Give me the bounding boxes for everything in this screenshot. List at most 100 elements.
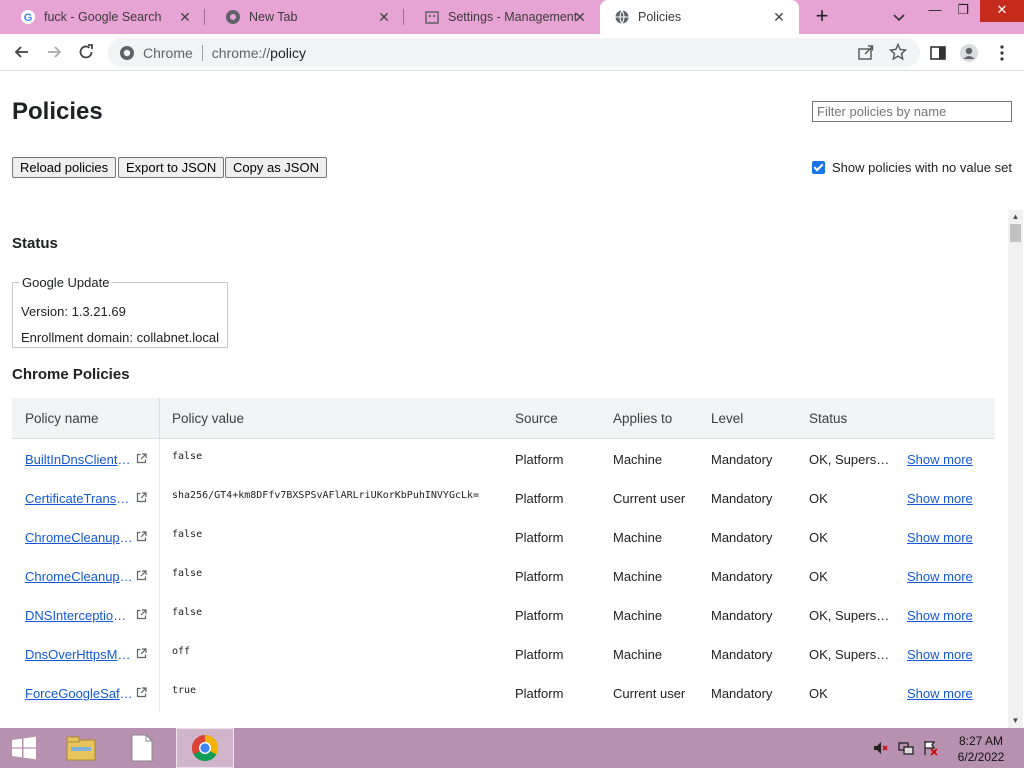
copy-json-button[interactable]: Copy as JSON	[225, 157, 327, 178]
share-icon[interactable]	[857, 43, 875, 61]
policy-status: OK	[809, 686, 828, 701]
policy-level: Mandatory	[711, 647, 773, 662]
show-more-link[interactable]: Show more	[907, 491, 973, 506]
url-prefix: chrome://	[211, 44, 271, 61]
action-center-flag-icon[interactable]	[922, 740, 938, 756]
policy-applies-to: Machine	[613, 569, 663, 584]
external-link-icon[interactable]	[136, 492, 147, 503]
page-scrollbar[interactable]: ▲ ▼	[1008, 210, 1023, 728]
column-divider	[159, 595, 160, 634]
policy-status: OK, Supers…	[809, 608, 890, 623]
policy-name-link[interactable]: ChromeCleanupE…	[25, 530, 133, 545]
minimize-button[interactable]: —	[920, 0, 950, 22]
policy-table: Policy name Policy value Source Applies …	[12, 398, 995, 712]
network-icon[interactable]	[898, 740, 914, 756]
bookmark-star-icon[interactable]	[889, 43, 907, 61]
show-more-link[interactable]: Show more	[907, 647, 973, 662]
filter-policies-input[interactable]	[812, 101, 1012, 122]
taskbar-chrome[interactable]	[176, 728, 234, 768]
header-policy-name: Policy name	[25, 411, 99, 426]
show-more-link[interactable]: Show more	[907, 569, 973, 584]
profile-avatar-icon[interactable]	[959, 43, 979, 63]
scroll-thumb[interactable]	[1010, 224, 1021, 242]
external-link-icon[interactable]	[136, 570, 147, 581]
scroll-down-arrow-icon[interactable]: ▼	[1008, 714, 1023, 728]
table-row: DNSInterception… false Platform Machine …	[12, 595, 995, 634]
policy-page: Policies Reload policies Export to JSON …	[0, 72, 1024, 728]
scroll-up-arrow-icon[interactable]: ▲	[1008, 210, 1023, 224]
building-icon	[425, 11, 439, 24]
policy-value: off	[172, 646, 191, 657]
reload-policies-button[interactable]: Reload policies	[12, 157, 117, 178]
speaker-muted-icon[interactable]	[872, 740, 888, 756]
tab-search-icon[interactable]	[890, 8, 908, 26]
system-clock[interactable]: 8:27 AM 6/2/2022	[948, 733, 1014, 765]
column-divider	[159, 673, 160, 712]
policy-name-link[interactable]: DnsOverHttpsMo…	[25, 647, 133, 662]
external-link-icon[interactable]	[136, 687, 147, 698]
policy-name-link[interactable]: ForceGoogleSafe…	[25, 686, 133, 701]
policy-name-link[interactable]: BuiltInDnsClientE…	[25, 452, 133, 467]
policy-status: OK	[809, 530, 828, 545]
show-more-link[interactable]: Show more	[907, 530, 973, 545]
policy-status: OK	[809, 569, 828, 584]
tab-title: New Tab	[249, 10, 298, 24]
table-row: DnsOverHttpsMo… off Platform Machine Man…	[12, 634, 995, 673]
google-update-status-box: Google Update Version: 1.3.21.69 Enrollm…	[12, 275, 228, 348]
table-row: ForceGoogleSafe… true Platform Current u…	[12, 673, 995, 712]
show-more-link[interactable]: Show more	[907, 452, 973, 467]
external-link-icon[interactable]	[136, 453, 147, 464]
status-heading: Status	[12, 235, 58, 252]
policy-name-link[interactable]: ChromeCleanupR…	[25, 569, 133, 584]
policy-name-link[interactable]: DNSInterception…	[25, 608, 133, 623]
external-link-icon[interactable]	[136, 648, 147, 659]
policy-source: Platform	[515, 647, 564, 662]
policy-value: true	[172, 685, 197, 696]
file-explorer-icon	[66, 736, 96, 761]
close-tab-icon[interactable]: ✕	[177, 9, 193, 25]
close-window-button[interactable]: ✕	[980, 0, 1024, 22]
external-link-icon[interactable]	[136, 609, 147, 620]
clock-date: 6/2/2022	[957, 750, 1005, 764]
policy-name-link[interactable]: CertificateTransp…	[25, 491, 133, 506]
chrome-icon	[226, 10, 240, 24]
export-json-button[interactable]: Export to JSON	[118, 157, 225, 178]
back-icon[interactable]	[12, 42, 32, 62]
tab-settings-management[interactable]: Settings - Management ✕	[404, 0, 600, 34]
svg-text:G: G	[24, 12, 33, 24]
restore-button[interactable]: ❐	[948, 0, 978, 22]
address-bar[interactable]: Chrome chrome://policy	[108, 38, 920, 67]
tab-strip: G fuck - Google Search ✕ New Tab ✕ Setti…	[0, 0, 1024, 34]
external-link-icon[interactable]	[136, 531, 147, 542]
site-chip: Chrome	[143, 44, 193, 61]
show-more-link[interactable]: Show more	[907, 686, 973, 701]
taskbar-notepad[interactable]	[113, 728, 171, 768]
policy-source: Platform	[515, 569, 564, 584]
column-divider	[159, 634, 160, 673]
side-panel-icon[interactable]	[928, 43, 948, 63]
show-no-value-toggle[interactable]: Show policies with no value set	[812, 160, 1012, 175]
status-legend: Google Update	[22, 275, 110, 290]
close-tab-icon[interactable]: ✕	[572, 9, 588, 25]
close-tab-icon[interactable]: ✕	[376, 9, 392, 25]
policy-value: sha256/GT4+km8DFfv7BXSPSvAFlARLriUKorKbP…	[172, 490, 480, 501]
policy-source: Platform	[515, 491, 564, 506]
windows-start-icon[interactable]	[10, 736, 38, 760]
policy-applies-to: Machine	[613, 530, 663, 545]
tab-new-tab[interactable]: New Tab ✕	[205, 0, 404, 34]
forward-icon[interactable]	[44, 42, 64, 62]
header-status: Status	[809, 411, 848, 426]
enrollment-domain-text: Enrollment domain: collabnet.local	[21, 330, 219, 345]
table-row: BuiltInDnsClientE… false Platform Machin…	[12, 439, 995, 478]
show-no-value-checkbox[interactable]	[812, 161, 825, 174]
taskbar-file-explorer[interactable]	[52, 728, 110, 768]
menu-kebab-icon[interactable]	[992, 43, 1012, 63]
header-policy-value: Policy value	[172, 411, 245, 426]
new-tab-button[interactable]: +	[810, 5, 834, 29]
tab-google-search[interactable]: G fuck - Google Search ✕	[0, 0, 205, 34]
policy-source: Platform	[515, 530, 564, 545]
reload-icon[interactable]	[76, 42, 96, 62]
show-more-link[interactable]: Show more	[907, 608, 973, 623]
close-tab-icon[interactable]: ✕	[771, 9, 787, 25]
tab-policies[interactable]: Policies ✕	[600, 0, 799, 34]
